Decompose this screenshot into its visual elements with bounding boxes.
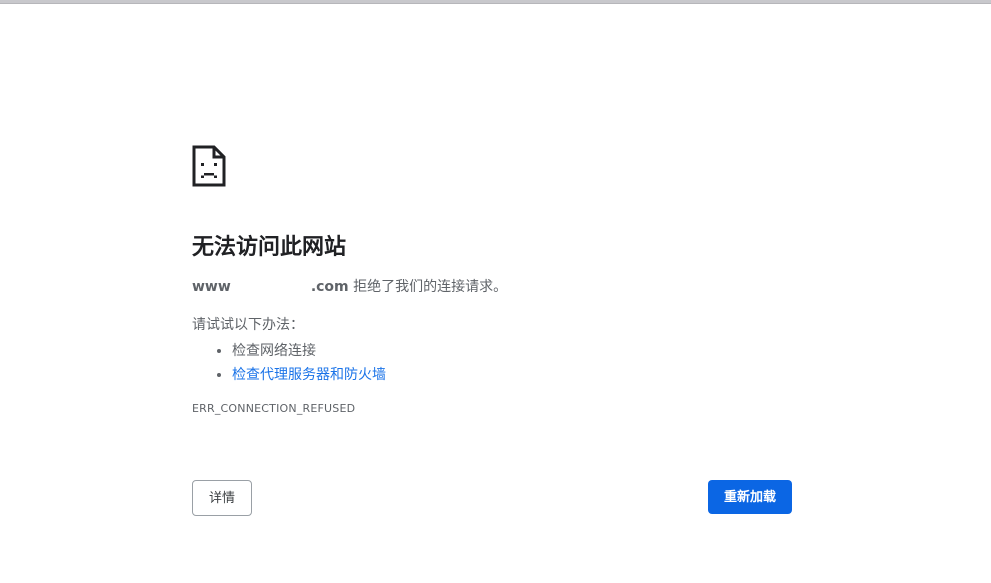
suggestion-item: 检查代理服务器和防火墙 bbox=[232, 363, 792, 387]
page-title: 无法访问此网站 bbox=[192, 235, 347, 260]
error-code: ERR_CONNECTION_REFUSED bbox=[192, 402, 356, 415]
error-container: 无法访问此网站 www .com 拒绝了我们的连接请求。 请试试以下办法： 检查网… bbox=[192, 145, 792, 417]
reload-button[interactable]: 重新加载 bbox=[708, 480, 792, 514]
suggestions-list: 检查网络连接 检查代理服务器和防火墙 bbox=[192, 339, 792, 387]
sad-page-icon bbox=[192, 145, 226, 187]
suggestion-check-proxy-firewall-link[interactable]: 检查代理服务器和防火墙 bbox=[232, 367, 386, 383]
error-description: www .com 拒绝了我们的连接请求。 bbox=[192, 277, 792, 297]
suggestion-check-network: 检查网络连接 bbox=[232, 343, 316, 359]
details-button[interactable]: 详情 bbox=[192, 480, 252, 516]
error-message: 拒绝了我们的连接请求。 bbox=[348, 279, 508, 295]
host-suffix: .com bbox=[310, 279, 349, 295]
browser-top-border bbox=[0, 0, 991, 4]
host-prefix: www bbox=[192, 279, 231, 295]
suggestion-item: 检查网络连接 bbox=[232, 339, 792, 363]
suggestions-label: 请试试以下办法： bbox=[192, 317, 304, 333]
